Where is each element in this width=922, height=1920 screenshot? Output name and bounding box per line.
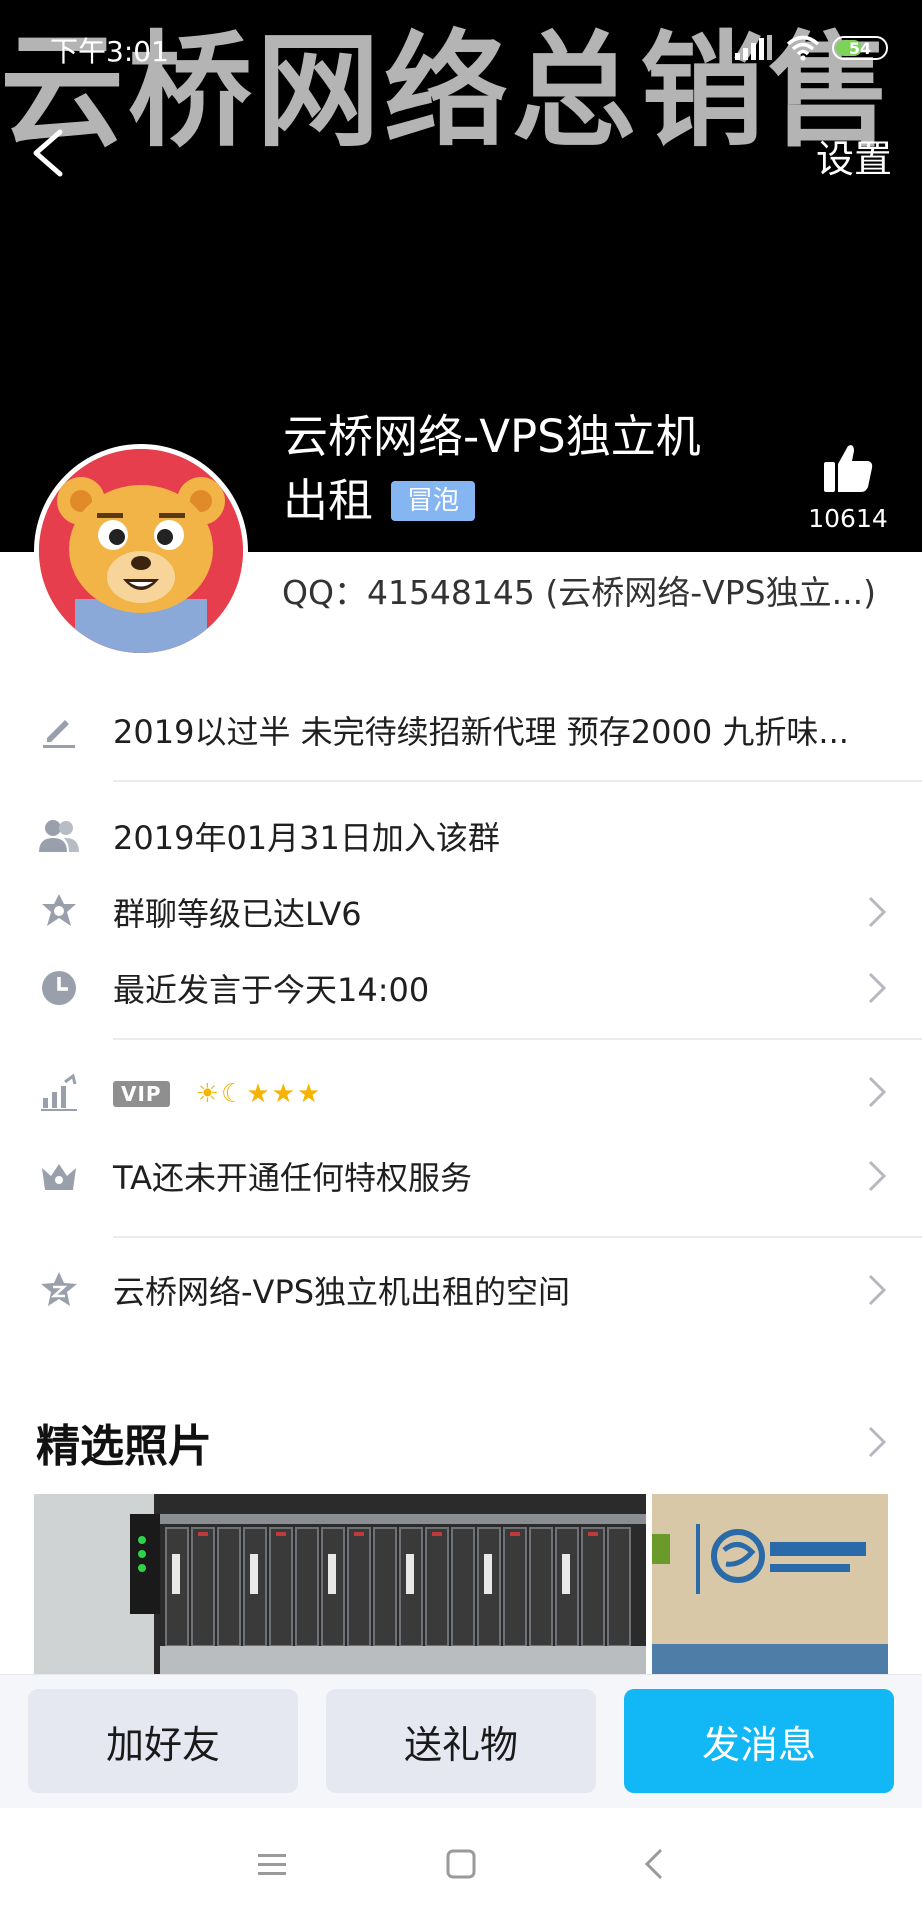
chevron-right-icon[interactable] [866, 1424, 888, 1460]
vip-level-icons: ☀☾★★★ [195, 1079, 323, 1109]
group-name-line1: 云桥网络-VPS独立机 [283, 410, 701, 463]
battery-level: 54 [848, 38, 872, 58]
last-speak-text: 最近发言于今天14:00 [113, 971, 430, 1009]
chevron-left-icon [33, 129, 63, 177]
avatar[interactable] [34, 444, 248, 658]
qzone-star-icon [38, 1269, 80, 1311]
chevron-right-icon [868, 1160, 887, 1192]
add-friend-button[interactable]: 加好友 [28, 1689, 298, 1793]
chevron-right-icon [868, 1076, 887, 1108]
bottom-action-bar: 加好友 送礼物 发消息 [0, 1674, 922, 1808]
qq-number[interactable]: QQ：41548145 (云桥网络-VPS独立...) [282, 566, 876, 614]
back-icon[interactable] [633, 1842, 677, 1886]
china-mobile-sign-image [652, 1494, 888, 1674]
crown-box-icon [38, 1155, 80, 1197]
like-button[interactable]: 10614 [798, 440, 898, 533]
battery-icon: 54 [832, 36, 888, 60]
intro-row[interactable]: 2019以过半 未完待续招新代理 预存2000 九折味... [0, 692, 922, 768]
divider [113, 1236, 922, 1238]
menu-icon[interactable] [250, 1842, 294, 1886]
group-name-line2-row: 出租 冒泡 [283, 469, 803, 533]
signal-icon [735, 35, 772, 60]
send-message-button[interactable]: 发消息 [624, 1689, 894, 1793]
group-level-text: 群聊等级已达LV6 [113, 895, 362, 933]
vip-badge: VIP [113, 1081, 170, 1107]
privilege-row[interactable]: TA还未开通任何特权服务 [0, 1138, 922, 1214]
space-row[interactable]: 云桥网络-VPS独立机出租的空间 [0, 1252, 922, 1328]
status-icons: 54 [734, 30, 888, 66]
bubble-tag[interactable]: 冒泡 [391, 481, 476, 521]
group-level-row[interactable]: 群聊等级已达LV6 [0, 874, 922, 950]
group-name: 云桥网络-VPS独立机 出租 冒泡 [283, 405, 803, 533]
join-date-text: 2019年01月31日加入该群 [113, 819, 500, 857]
status-time: 下午3:01 [50, 35, 169, 68]
level-chart-icon [38, 1071, 80, 1113]
bear-avatar-icon [39, 449, 243, 653]
chevron-right-icon [868, 1274, 887, 1306]
pencil-icon [38, 709, 80, 751]
space-text: 云桥网络-VPS独立机出租的空间 [113, 1273, 571, 1311]
clock-icon [38, 967, 80, 1009]
status-bar: 下午3:01 54 [0, 0, 922, 100]
settings-button[interactable]: 设置 [816, 128, 892, 183]
privilege-text: TA还未开通任何特权服务 [113, 1159, 472, 1197]
divider [113, 1038, 922, 1040]
vip-row[interactable]: VIP ☀☾★★★ [0, 1054, 922, 1130]
group-name-line2: 出租 [283, 474, 374, 527]
vip-info: VIP ☀☾★★★ [113, 1073, 322, 1111]
server-rack-image [34, 1494, 646, 1674]
like-count: 10614 [808, 504, 888, 533]
chevron-right-icon [868, 972, 887, 1004]
system-navigation-bar [0, 1808, 922, 1920]
star-badge-icon [38, 891, 80, 933]
chevron-right-icon [868, 896, 887, 928]
join-date-row: 2019年01月31日加入该群 [0, 798, 922, 874]
divider [113, 780, 922, 782]
members-icon [38, 815, 80, 857]
last-speak-row[interactable]: 最近发言于今天14:00 [0, 950, 922, 1026]
featured-photos-title: 精选照片 [36, 1421, 212, 1472]
intro-text: 2019以过半 未完待续招新代理 预存2000 九折味... [113, 713, 849, 751]
photo-china-mobile[interactable] [652, 1494, 888, 1674]
send-gift-button[interactable]: 送礼物 [326, 1689, 596, 1793]
thumbs-up-icon [824, 445, 873, 492]
wifi-icon [786, 35, 820, 61]
home-icon[interactable] [439, 1842, 483, 1886]
photo-server-rack[interactable] [34, 1494, 646, 1674]
back-button[interactable] [20, 118, 80, 188]
